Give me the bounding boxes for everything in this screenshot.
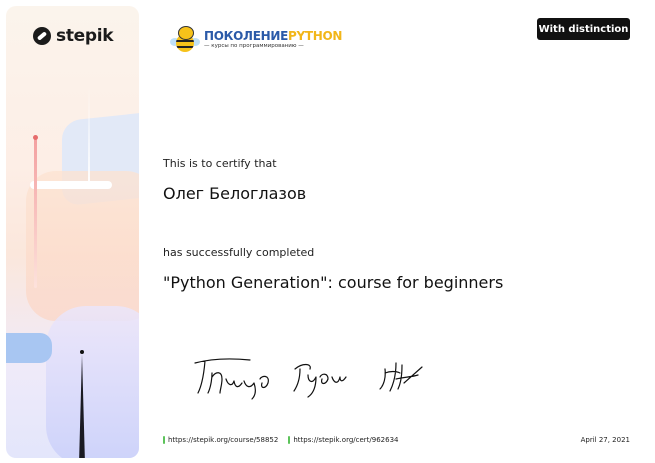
certify-text: This is to certify that	[163, 157, 277, 170]
decor-chip	[6, 333, 52, 363]
completed-text: has successfully completed	[163, 246, 315, 259]
footer-links: https://stepik.org/course/58852 https://…	[163, 436, 398, 444]
signature-image	[194, 358, 423, 400]
decor-bar	[30, 181, 112, 189]
bee-mascot-icon	[170, 24, 200, 56]
stepik-logo-icon	[33, 27, 51, 45]
stepik-wordmark: stepik	[56, 26, 114, 46]
certificate-link[interactable]: https://stepik.org/cert/962634	[288, 436, 398, 444]
course-logo-subtitle: — курсы по программированию —	[204, 43, 304, 50]
decor-line	[88, 86, 90, 186]
link-marker	[163, 436, 165, 444]
course-title: "Python Generation": course for beginner…	[163, 273, 504, 292]
course-link[interactable]: https://stepik.org/course/58852	[163, 436, 278, 444]
decor-blob	[26, 171, 139, 321]
distinction-badge: With distinction	[537, 18, 630, 40]
decorative-side-panel	[6, 6, 139, 458]
decor-dot	[33, 135, 38, 140]
decor-dot	[80, 350, 84, 354]
decor-spike	[79, 354, 85, 458]
stepik-logo: stepik	[33, 26, 114, 46]
decor-line	[34, 138, 37, 288]
issue-date: April 27, 2021	[580, 436, 630, 444]
link-marker	[288, 436, 291, 444]
certificate: stepik ПОКОЛЕНИЕPYTHON — курсы по програ…	[0, 0, 655, 463]
decor-blob	[46, 306, 139, 458]
recipient-name: Олег Белоглазов	[163, 184, 307, 203]
course-logo-title: ПОКОЛЕНИЕPYTHON	[204, 29, 343, 44]
python-generation-logo: ПОКОЛЕНИЕPYTHON — курсы по программирова…	[170, 24, 342, 56]
